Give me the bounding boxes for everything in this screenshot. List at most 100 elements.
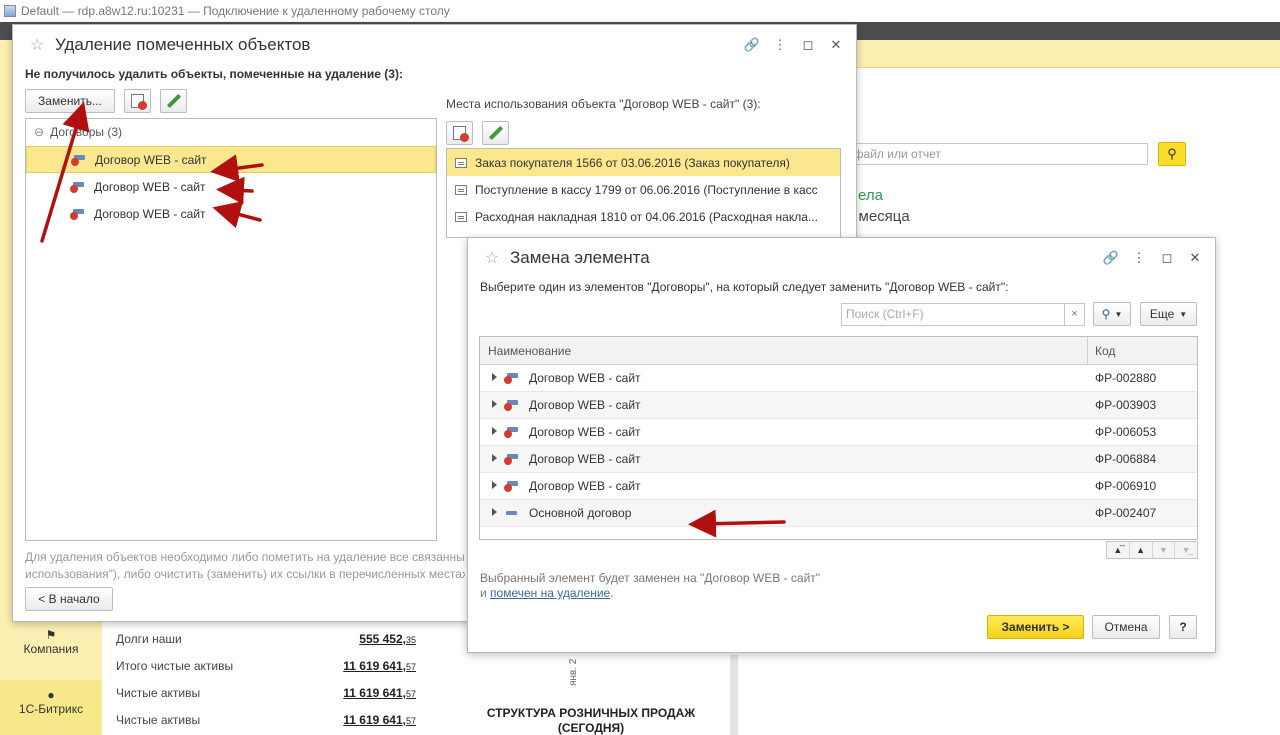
table-header: Наименование Код bbox=[480, 337, 1197, 365]
tree-item[interactable]: Договор WEB - сайт bbox=[26, 173, 436, 200]
collapse-icon[interactable]: ⊖ bbox=[34, 125, 44, 139]
tree-group-contracts[interactable]: ⊖ Договоры (3) bbox=[34, 125, 122, 139]
link-icon[interactable]: 🔗 bbox=[1099, 248, 1123, 268]
failed-header: Не получилось удалить объекты, помеченны… bbox=[25, 67, 403, 81]
structure-title: СТРУКТУРА РОЗНИЧНЫХ ПРОДАЖ (СЕГОДНЯ) bbox=[476, 706, 706, 735]
clear-search-icon[interactable]: × bbox=[1064, 304, 1084, 325]
document-icon bbox=[455, 157, 467, 168]
finance-value[interactable]: 11 619 641,57 bbox=[316, 659, 416, 673]
usage-place-label: Расходная накладная 1810 от 04.06.2016 (… bbox=[475, 209, 818, 224]
table-row[interactable]: Договор WEB - сайт ФР-006910 bbox=[480, 473, 1197, 500]
scroll-first-icon[interactable]: ▲̅ bbox=[1107, 542, 1130, 558]
maximize-icon[interactable]: ◻ bbox=[796, 35, 820, 55]
sidebar-item-company[interactable]: ⚑ Компания bbox=[0, 626, 102, 676]
more-button-label: Еще bbox=[1149, 307, 1175, 321]
contracts-table[interactable]: Наименование Код Договор WEB - сайт ФР-0… bbox=[479, 336, 1198, 540]
edit-button[interactable] bbox=[160, 89, 187, 113]
scroll-last-icon[interactable]: ▼̲ bbox=[1175, 542, 1197, 558]
finance-label: Чистые активы bbox=[116, 686, 201, 700]
tree-item[interactable]: Договор WEB - сайт bbox=[26, 200, 436, 227]
table-row[interactable]: Договор WEB - сайт ФР-002880 bbox=[480, 365, 1197, 392]
marked-contract-icon bbox=[71, 154, 85, 166]
usage-place-row[interactable]: Расходная накладная 1810 от 04.06.2016 (… bbox=[447, 203, 840, 230]
finance-value-dec: 35 bbox=[405, 635, 416, 645]
finance-value-dec: 57 bbox=[405, 689, 416, 699]
expand-icon[interactable] bbox=[492, 454, 497, 462]
table-row[interactable]: Основной договор ФР-002407 bbox=[480, 500, 1197, 527]
table-navigation: ▲̅ ▲ ▼ ▼̲ bbox=[1106, 541, 1198, 559]
scroll-up-icon[interactable]: ▲ bbox=[1130, 542, 1153, 558]
favorite-star-icon[interactable]: ☆ bbox=[25, 35, 49, 55]
sidebar-item-label: Компания bbox=[23, 642, 79, 656]
structure-subtitle: (СЕГОДНЯ) bbox=[557, 721, 625, 735]
row-name: Основной договор bbox=[529, 506, 632, 520]
finance-value[interactable]: 11 619 641,57 bbox=[316, 713, 416, 727]
replace-info-text: . bbox=[610, 586, 614, 600]
search-options-button[interactable]: ⚲ ▼ bbox=[1093, 302, 1131, 326]
replace-info: Выбранный элемент будет заменен на "Дого… bbox=[480, 571, 820, 601]
more-button[interactable]: Еще ▼ bbox=[1140, 302, 1197, 326]
close-icon[interactable]: ✕ bbox=[1183, 248, 1207, 268]
row-code: ФР-002407 bbox=[1095, 506, 1157, 520]
objects-tree[interactable]: ⊖ Договоры (3) Договор WEB - сайт Договор… bbox=[25, 118, 437, 541]
usage-place-label: Поступление в кассу 1799 от 06.06.2016 (… bbox=[475, 182, 818, 197]
table-row[interactable]: Договор WEB - сайт ФР-006053 bbox=[480, 419, 1197, 446]
finance-value[interactable]: 555 452,35 bbox=[316, 632, 416, 646]
search-input[interactable]: Поиск (Ctrl+F) × bbox=[841, 303, 1085, 326]
finance-label: Долги наши bbox=[116, 632, 182, 646]
close-icon[interactable]: ✕ bbox=[824, 35, 848, 55]
help-button[interactable]: ? bbox=[1169, 615, 1197, 639]
sidebar-item-bitrix[interactable]: ● 1С-Битрикс bbox=[0, 680, 102, 735]
favorite-star-icon[interactable]: ☆ bbox=[480, 248, 504, 268]
column-header-name[interactable]: Наименование bbox=[488, 344, 571, 358]
expand-icon[interactable] bbox=[492, 427, 497, 435]
background-green-heading: ела bbox=[858, 187, 883, 204]
table-row[interactable]: Договор WEB - сайт ФР-006884 bbox=[480, 446, 1197, 473]
row-code: ФР-002880 bbox=[1095, 371, 1157, 385]
marked-contract-icon bbox=[504, 481, 518, 492]
confirm-replace-button[interactable]: Заменить > bbox=[987, 615, 1084, 639]
maximize-icon[interactable]: ◻ bbox=[1155, 248, 1179, 268]
background-scrollbar[interactable] bbox=[730, 655, 738, 735]
expand-icon[interactable] bbox=[492, 373, 497, 381]
places-edit-button[interactable] bbox=[482, 121, 509, 145]
table-row[interactable]: Договор WEB - сайт ФР-003903 bbox=[480, 392, 1197, 419]
expand-icon[interactable] bbox=[492, 481, 497, 489]
dialog-title: Замена элемента bbox=[510, 248, 650, 267]
finance-value-int: 555 452, bbox=[359, 632, 406, 646]
bitrix-icon: ● bbox=[47, 688, 55, 702]
usage-places-list[interactable]: Заказ покупателя 1566 от 03.06.2016 (Зак… bbox=[446, 148, 841, 238]
finance-value-int: 11 619 641, bbox=[343, 659, 406, 673]
more-icon[interactable]: ⋮ bbox=[1127, 248, 1151, 268]
row-code: ФР-006053 bbox=[1095, 425, 1157, 439]
row-name: Договор WEB - сайт bbox=[529, 479, 641, 493]
background-search-button[interactable]: ⚲ bbox=[1158, 142, 1186, 166]
usage-place-row[interactable]: Поступление в кассу 1799 от 06.06.2016 (… bbox=[447, 176, 840, 203]
expand-icon[interactable] bbox=[492, 400, 497, 408]
replace-button[interactable]: Заменить... bbox=[25, 89, 115, 113]
row-name: Договор WEB - сайт bbox=[529, 425, 641, 439]
rdp-title: Default — rdp.a8w12.ru:10231 — Подключен… bbox=[21, 4, 450, 18]
places-delete-mark-button[interactable] bbox=[446, 121, 473, 145]
marked-contract-icon bbox=[70, 181, 84, 193]
finance-row: Итого чистые активы 11 619 641,57 bbox=[116, 659, 416, 679]
finance-value[interactable]: 11 619 641,57 bbox=[316, 686, 416, 700]
tree-item[interactable]: Договор WEB - сайт bbox=[26, 146, 436, 173]
usage-place-row[interactable]: Заказ покупателя 1566 от 03.06.2016 (Зак… bbox=[447, 149, 840, 176]
finance-row: Долги наши 555 452,35 bbox=[116, 632, 416, 652]
scroll-down-icon[interactable]: ▼ bbox=[1153, 542, 1176, 558]
back-to-start-button[interactable]: < В начало bbox=[25, 587, 113, 611]
document-icon bbox=[455, 184, 467, 195]
contract-icon bbox=[504, 508, 518, 518]
background-search-input[interactable]: , файл или отчет bbox=[836, 143, 1148, 165]
tree-item-label: Договор WEB - сайт bbox=[94, 179, 206, 194]
cancel-button[interactable]: Отмена bbox=[1092, 615, 1160, 639]
marked-for-deletion-link[interactable]: помечен на удаление bbox=[490, 586, 610, 600]
delete-mark-button[interactable] bbox=[124, 89, 151, 113]
column-header-code[interactable]: Код bbox=[1095, 344, 1115, 358]
more-icon[interactable]: ⋮ bbox=[768, 35, 792, 55]
structure-title-line: СТРУКТУРА РОЗНИЧНЫХ ПРОДАЖ bbox=[486, 706, 696, 720]
link-icon[interactable]: 🔗 bbox=[740, 35, 764, 55]
edit-pencil-icon bbox=[489, 126, 503, 140]
expand-icon[interactable] bbox=[492, 508, 497, 516]
